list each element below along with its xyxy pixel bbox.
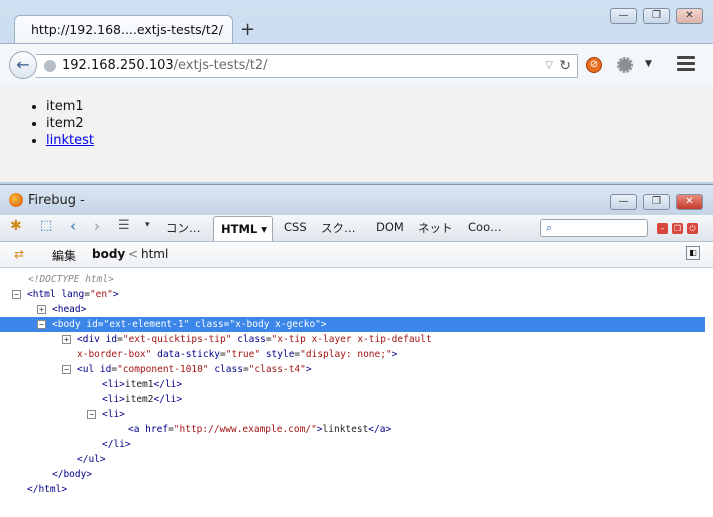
firebug-title: Firebug - bbox=[28, 193, 85, 208]
toolbar-dropdown-icon[interactable]: ▾ bbox=[145, 220, 150, 230]
collapse-icon[interactable]: − bbox=[12, 290, 21, 299]
breadcrumb: ⇄ 編集 body < html ◧ bbox=[0, 242, 713, 268]
tab-console[interactable]: コン… bbox=[166, 220, 201, 236]
firebug-close-button[interactable]: ✕ bbox=[676, 194, 703, 210]
minimize-button[interactable]: — bbox=[610, 8, 637, 24]
tab-css[interactable]: CSS bbox=[284, 220, 307, 234]
reload-icon[interactable]: ↻ bbox=[559, 55, 571, 77]
back-icon[interactable]: ‹ bbox=[70, 217, 76, 235]
addon-block-icon[interactable]: ⊘ bbox=[586, 57, 602, 73]
navigation-bar: 192.168.250.103/extjs-tests/t2/ ▽ ↻ ← ⊘ … bbox=[0, 43, 713, 87]
tree-row-body-close: </body> bbox=[52, 469, 93, 480]
browser-window: http://192.168....extjs-tests/t2/ + — ❐ … bbox=[0, 0, 713, 182]
crumb-separator: < bbox=[128, 247, 139, 261]
expand-icon[interactable]: + bbox=[37, 305, 46, 314]
tree-row-ul-close: </ul> bbox=[77, 454, 106, 465]
firebug-window: Firebug - — ❐ ✕ ✱ ⬚ ‹ › ☰ ▾ コン… HTML ▾ C… bbox=[0, 184, 713, 517]
linktest-link[interactable]: linktest bbox=[46, 133, 94, 148]
crumb-html[interactable]: html bbox=[141, 247, 168, 261]
tab-title: http://192.168....extjs-tests/t2/ bbox=[31, 22, 223, 37]
tab-dom[interactable]: DOM bbox=[376, 220, 404, 234]
url-path: /extjs-tests/t2/ bbox=[173, 58, 268, 73]
firebug-search-input[interactable]: ⌕ bbox=[540, 219, 648, 237]
hamburger-menu-icon[interactable] bbox=[677, 56, 695, 72]
browser-tab[interactable]: http://192.168....extjs-tests/t2/ bbox=[14, 15, 233, 43]
tree-row-li-item2[interactable]: <li>item2</li> bbox=[102, 392, 182, 407]
collapse-icon[interactable]: − bbox=[87, 410, 96, 419]
firebug-toolbar: ✱ ⬚ ‹ › ☰ ▾ コン… HTML ▾ CSS スク… DOM ネット C… bbox=[0, 215, 713, 242]
tree-doctype: <!DOCTYPE html> bbox=[28, 274, 114, 285]
expand-icon[interactable]: + bbox=[62, 335, 71, 344]
edit-icon[interactable]: ⇄ bbox=[14, 247, 24, 261]
search-icon: ⌕ bbox=[546, 221, 553, 234]
collapse-icon[interactable]: − bbox=[62, 365, 71, 374]
history-dropdown-icon[interactable]: ▽ bbox=[545, 55, 553, 77]
tree-row-li-close: </li> bbox=[102, 439, 131, 450]
tab-html[interactable]: HTML ▾ bbox=[213, 216, 273, 241]
url-bar[interactable]: 192.168.250.103/extjs-tests/t2/ ▽ ↻ bbox=[36, 54, 578, 78]
tree-row-anchor[interactable]: <a href="http://www.example.com/">linkte… bbox=[128, 422, 391, 437]
forward-icon[interactable]: › bbox=[94, 217, 100, 235]
firebug-minimize-icon[interactable]: – bbox=[657, 223, 668, 234]
item-list: item1 item2 linktest bbox=[0, 98, 713, 149]
gear-addon-icon[interactable] bbox=[617, 57, 633, 73]
tab-net[interactable]: ネット bbox=[418, 220, 453, 236]
firebug-bug-icon[interactable]: ✱ bbox=[10, 218, 22, 234]
side-panel-toggle-icon[interactable]: ◧ bbox=[686, 246, 700, 260]
crumb-body[interactable]: body bbox=[92, 247, 125, 261]
collapse-icon[interactable]: − bbox=[37, 320, 46, 329]
firebug-titlebar: Firebug - — ❐ ✕ bbox=[0, 185, 713, 215]
tree-row-body-selected[interactable]: − <body id="ext-element-1" class="x-body… bbox=[0, 317, 705, 332]
list-item: linktest bbox=[46, 132, 713, 149]
edit-button[interactable]: 編集 bbox=[52, 247, 76, 264]
firebug-detach-icon[interactable]: ❐ bbox=[672, 223, 683, 234]
tree-row-li-item1[interactable]: <li>item1</li> bbox=[102, 377, 182, 392]
inspect-icon[interactable]: ⬚ bbox=[40, 218, 52, 233]
firebug-power-icon[interactable]: ⏻ bbox=[687, 223, 698, 234]
firefox-logo-icon bbox=[9, 193, 23, 207]
close-button[interactable]: ✕ bbox=[676, 8, 703, 24]
url-host: 192.168.250.103 bbox=[62, 58, 174, 73]
back-button[interactable]: ← bbox=[9, 51, 37, 79]
page-content: item1 item2 linktest bbox=[0, 86, 713, 182]
firebug-minimize-button[interactable]: — bbox=[610, 194, 637, 210]
maximize-button[interactable]: ❐ bbox=[643, 8, 670, 24]
tab-cookies[interactable]: Coo… bbox=[468, 220, 502, 234]
list-item: item2 bbox=[46, 115, 713, 132]
back-arrow-icon: ← bbox=[16, 55, 30, 74]
globe-icon bbox=[44, 60, 56, 72]
new-tab-button[interactable]: + bbox=[240, 19, 255, 40]
tab-script[interactable]: スク… bbox=[321, 220, 356, 236]
tree-row-html-close: </html> bbox=[27, 484, 68, 495]
list-item: item1 bbox=[46, 98, 713, 115]
addon-dropdown-icon[interactable]: ▼ bbox=[645, 59, 652, 69]
list-icon[interactable]: ☰ bbox=[118, 218, 130, 233]
firebug-maximize-button[interactable]: ❐ bbox=[643, 194, 670, 210]
